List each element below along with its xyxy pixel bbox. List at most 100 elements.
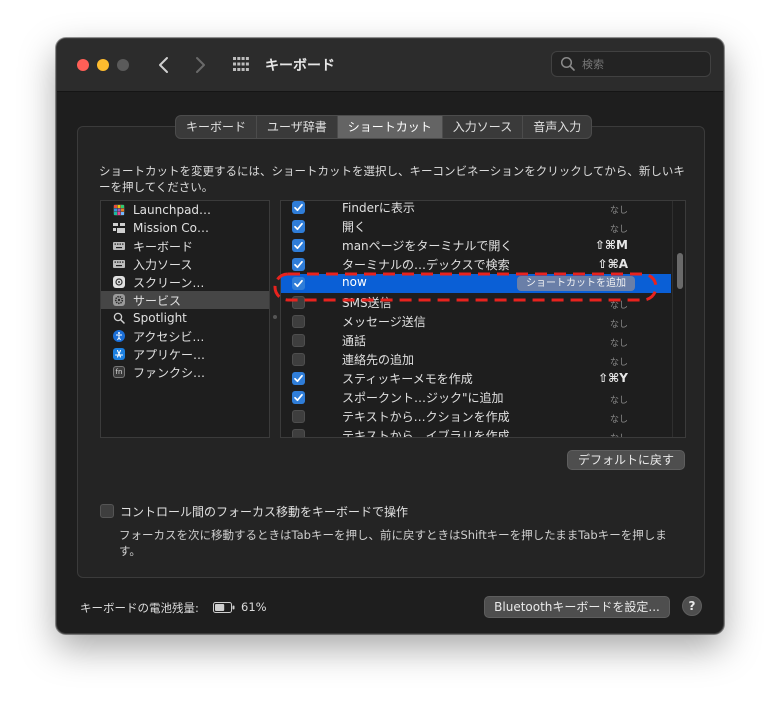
category-item-launchpad[interactable]: Launchpad…: [101, 201, 269, 219]
checkbox-checked[interactable]: [292, 372, 305, 385]
category-label: キーボード: [133, 239, 194, 254]
shortcut-value[interactable]: なし: [610, 431, 628, 437]
shortcut-value[interactable]: なし: [610, 203, 628, 216]
shortcut-value[interactable]: ⇧⌘Y: [598, 371, 628, 385]
category-item-input-sources[interactable]: 入力ソース: [101, 255, 269, 273]
category-item-keyboard[interactable]: キーボード: [101, 237, 269, 255]
list-item[interactable]: テキストから…クションを作成 なし: [281, 407, 671, 426]
category-item-mission-control[interactable]: Mission Co…: [101, 219, 269, 237]
list-item[interactable]: テキストから…イブラリを作成 なし: [281, 426, 671, 438]
list-item[interactable]: Finderに表示 なし: [281, 201, 671, 217]
service-name: テキストから…イブラリを作成: [342, 429, 510, 438]
shortcut-value[interactable]: なし: [610, 393, 628, 406]
checkbox-unchecked[interactable]: [292, 315, 305, 328]
shortcut-value[interactable]: なし: [610, 222, 628, 235]
checkbox-unchecked[interactable]: [292, 429, 305, 437]
category-label: サービス: [133, 293, 182, 308]
category-item-screenshots[interactable]: スクリーン…: [101, 273, 269, 291]
search-icon: [560, 56, 575, 71]
category-label: アクセシビ…: [133, 329, 205, 344]
checkbox-unchecked[interactable]: [292, 410, 305, 423]
service-name: テキストから…クションを作成: [342, 410, 510, 424]
service-name: 開く: [342, 220, 367, 234]
list-item[interactable]: メッセージ送信 なし: [281, 312, 671, 331]
scrollbar-thumb[interactable]: [677, 253, 683, 289]
fn-icon: fn: [113, 366, 125, 378]
spotlight-icon: [113, 312, 125, 324]
tab-user-dictionary[interactable]: ユーザ辞書: [257, 116, 338, 138]
list-item[interactable]: manページをターミナルで開く ⇧⌘M: [281, 236, 671, 255]
battery-icon: [213, 602, 235, 613]
keyboard-navigation-label[interactable]: コントロール間のフォーカス移動をキーボードで操作: [120, 503, 408, 520]
split-view-divider[interactable]: [273, 315, 277, 319]
category-item-app-shortcuts[interactable]: アプリケー…: [101, 345, 269, 363]
keyboard-navigation-description: フォーカスを次に移動するときはTabキーを押し、前に戻すときはShiftキーを押…: [119, 528, 667, 558]
setup-bluetooth-keyboard-button[interactable]: Bluetoothキーボードを設定...: [484, 596, 670, 618]
accessibility-icon: [113, 330, 125, 342]
keyboard-preferences-window: キーボード キーボード ユーザ辞書 ショートカット 入力ソース 音声入力 ショー…: [56, 38, 724, 634]
mission-control-icon: [113, 222, 125, 234]
search-field[interactable]: [551, 51, 711, 77]
tab-shortcuts[interactable]: ショートカット: [337, 116, 443, 138]
checkbox-unchecked[interactable]: [292, 353, 305, 366]
service-name: 連絡先の追加: [342, 353, 415, 367]
restore-defaults-button[interactable]: デフォルトに戻す: [567, 450, 685, 470]
shortcut-value[interactable]: なし: [610, 317, 628, 330]
help-button[interactable]: ?: [682, 596, 702, 616]
shortcut-value[interactable]: ⇧⌘M: [595, 238, 628, 252]
category-label: 入力ソース: [133, 257, 193, 272]
tab-bar: キーボード ユーザ辞書 ショートカット 入力ソース 音声入力: [175, 115, 593, 139]
service-name: スポークント…ジック"に追加: [342, 391, 504, 405]
search-input[interactable]: [582, 56, 702, 72]
tab-dictation[interactable]: 音声入力: [523, 116, 591, 138]
category-item-spotlight[interactable]: Spotlight: [101, 309, 269, 327]
checkbox-checked[interactable]: [292, 391, 305, 404]
input-sources-icon: [113, 258, 125, 270]
battery-percentage: 61%: [241, 600, 267, 614]
show-all-grid-icon[interactable]: [233, 57, 249, 71]
checkbox-unchecked[interactable]: [292, 334, 305, 347]
battery-fill: [215, 604, 225, 611]
category-item-function-keys[interactable]: fn ファンクシ…: [101, 363, 269, 381]
checkbox-checked[interactable]: [292, 201, 305, 214]
category-item-services[interactable]: サービス: [101, 291, 269, 309]
list-item[interactable]: スティッキーメモを作成 ⇧⌘Y: [281, 369, 671, 388]
category-item-accessibility[interactable]: アクセシビ…: [101, 327, 269, 345]
shortcut-value[interactable]: なし: [610, 412, 628, 425]
zoom-window-button[interactable]: [117, 59, 129, 71]
launchpad-icon: [113, 204, 125, 216]
category-label: Spotlight: [133, 311, 187, 325]
shortcut-value[interactable]: なし: [610, 355, 628, 368]
back-chevron-icon[interactable]: [153, 53, 175, 77]
list-item[interactable]: 連絡先の追加 なし: [281, 350, 671, 369]
tab-keyboard[interactable]: キーボード: [176, 116, 258, 138]
checkbox-checked[interactable]: [292, 239, 305, 252]
close-window-button[interactable]: [77, 59, 89, 71]
services-shortcut-list: Finderに表示 なし 開く なし manページをターミナルで開く ⇧⌘M タ…: [280, 200, 686, 438]
minimize-window-button[interactable]: [97, 59, 109, 71]
service-name: スティッキーメモを作成: [342, 372, 473, 386]
shortcut-value[interactable]: ⇧⌘A: [598, 257, 628, 271]
instructions-text: ショートカットを変更するには、ショートカットを選択し、キーコンビネーションをクリ…: [99, 164, 685, 194]
shortcut-value[interactable]: なし: [610, 336, 628, 349]
battery-level-label: キーボードの電池残量:: [80, 601, 199, 615]
keyboard-navigation-checkbox[interactable]: [100, 504, 114, 518]
category-label: Launchpad…: [133, 203, 212, 217]
forward-chevron-icon[interactable]: [189, 53, 211, 77]
category-label: アプリケー…: [133, 347, 206, 362]
tab-input-sources[interactable]: 入力ソース: [443, 116, 524, 138]
list-item[interactable]: 開く なし: [281, 217, 671, 236]
list-item[interactable]: スポークント…ジック"に追加 なし: [281, 388, 671, 407]
checkbox-checked[interactable]: [292, 220, 305, 233]
category-label: スクリーン…: [133, 275, 205, 290]
service-name: Finderに表示: [342, 201, 415, 215]
service-name: ターミナルの…デックスで検索: [342, 258, 510, 272]
service-name: 通話: [342, 334, 367, 348]
title-bar: キーボード: [57, 39, 723, 92]
category-label: ファンクシ…: [133, 365, 206, 380]
screenshot-icon: [113, 276, 125, 288]
category-label: Mission Co…: [133, 221, 210, 235]
checkbox-checked[interactable]: [292, 258, 305, 271]
list-item[interactable]: 通話 なし: [281, 331, 671, 350]
vertical-scrollbar[interactable]: [672, 201, 685, 437]
